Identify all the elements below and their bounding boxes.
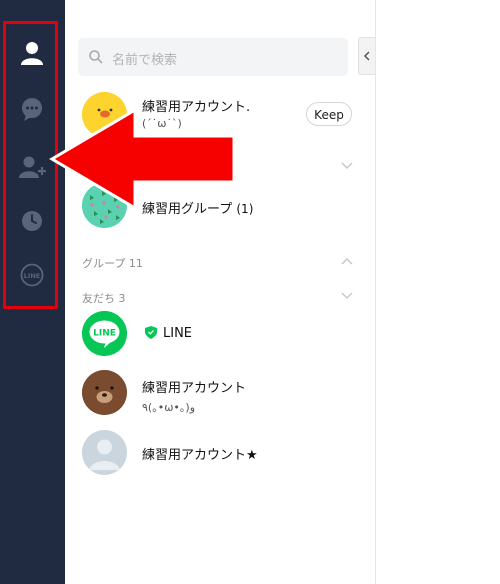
group-member-count: (1) bbox=[236, 202, 254, 216]
my-profile-name: 練習用アカウント. bbox=[142, 100, 251, 115]
friend-name-star: 練習用アカウント★ bbox=[142, 448, 258, 463]
group-avatar[interactable] bbox=[82, 183, 127, 228]
sidebar-highlight-box bbox=[3, 21, 58, 309]
my-profile-avatar[interactable] bbox=[82, 92, 127, 137]
chevron-up-icon[interactable] bbox=[340, 256, 354, 266]
groups-section-label[interactable]: グループ 11 bbox=[82, 255, 143, 271]
search-icon bbox=[89, 50, 103, 64]
my-profile-status: (ˊ˙ω˙ˋ) bbox=[142, 117, 182, 130]
friends-section-label[interactable]: 友だち 3 bbox=[82, 290, 126, 306]
collapse-panel-button[interactable] bbox=[358, 37, 375, 75]
search-placeholder: 名前で検索 bbox=[112, 53, 178, 68]
keep-button[interactable]: Keep bbox=[306, 102, 352, 126]
friend-name: 練習用アカウント bbox=[142, 381, 247, 396]
right-pane bbox=[376, 0, 500, 584]
line-official-avatar[interactable]: LINE bbox=[82, 311, 127, 356]
friend-status: ٩(｡•ω•｡)و bbox=[142, 401, 196, 414]
friend-avatar-brown[interactable] bbox=[82, 370, 127, 415]
group-name: 練習用グループ (1) bbox=[142, 202, 254, 217]
friend-name-line: LINE bbox=[163, 326, 193, 341]
search-input[interactable]: 名前で検索 bbox=[78, 38, 348, 76]
chevron-down-icon[interactable] bbox=[340, 291, 354, 301]
chevron-down-icon[interactable] bbox=[340, 161, 354, 171]
line-avatar-text: LINE bbox=[93, 329, 116, 339]
friend-avatar-default[interactable] bbox=[82, 430, 127, 475]
official-shield-icon bbox=[145, 326, 157, 339]
